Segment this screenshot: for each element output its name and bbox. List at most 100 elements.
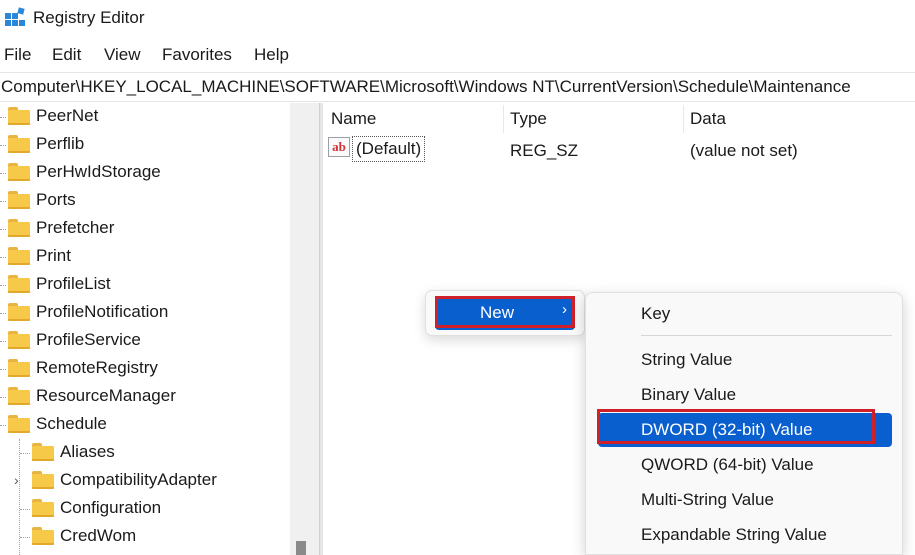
submenu-item-label: String Value <box>641 350 733 369</box>
value-name[interactable]: (Default) <box>352 136 426 162</box>
tree-connector <box>0 173 6 174</box>
folder-icon <box>8 359 30 377</box>
folder-icon <box>32 471 54 489</box>
tree-scrollbar[interactable] <box>290 103 319 555</box>
tree-connector <box>20 509 30 510</box>
value-data: (value not set) <box>690 141 798 160</box>
tree-connector <box>0 313 6 314</box>
string-value-icon: ab <box>328 137 350 157</box>
submenu-key[interactable]: Key <box>598 297 892 331</box>
menu-view[interactable]: View <box>104 45 141 65</box>
tree-item-label: CredWom <box>60 526 137 545</box>
tree-connector <box>0 341 6 342</box>
tree-scrollbar-thumb[interactable] <box>296 541 306 555</box>
column-divider[interactable] <box>683 105 684 133</box>
tree-connector <box>0 229 6 230</box>
submenu-item-label: QWORD (64-bit) Value <box>641 455 814 474</box>
tree-item-label: Perflib <box>36 134 85 153</box>
folder-icon <box>32 443 54 461</box>
tree-item-label: PeerNet <box>36 106 99 125</box>
submenu-qword-value[interactable]: QWORD (64-bit) Value <box>598 448 892 482</box>
submenu-expandable-string-value[interactable]: Expandable String Value <box>598 518 892 552</box>
folder-icon <box>8 107 30 125</box>
submenu-string-value[interactable]: String Value <box>598 343 892 377</box>
column-divider[interactable] <box>503 105 504 133</box>
submenu-item-label: Multi-String Value <box>641 490 774 509</box>
folder-icon <box>32 499 54 517</box>
column-header-type[interactable]: Type <box>510 109 547 129</box>
highlight-outline <box>435 296 575 328</box>
value-type: REG_SZ <box>510 141 579 160</box>
highlight-outline <box>597 409 875 444</box>
menu-separator <box>641 335 892 336</box>
folder-open-icon <box>8 415 30 433</box>
tree-item-profileservice[interactable]: ProfileService <box>0 327 290 355</box>
tree-item-peernet[interactable]: PeerNet <box>0 103 290 131</box>
tree-item-label: Aliases <box>60 442 115 461</box>
menu-bar: File Edit View Favorites Help <box>0 40 915 70</box>
title-bar: Registry Editor <box>0 0 915 38</box>
address-bar[interactable]: Computer\HKEY_LOCAL_MACHINE\SOFTWARE\Mic… <box>0 72 915 102</box>
tree-item-credwom[interactable]: CredWom <box>0 523 290 551</box>
submenu-binary-value[interactable]: Binary Value <box>598 378 892 412</box>
folder-icon <box>8 331 30 349</box>
folder-icon <box>8 163 30 181</box>
folder-icon <box>8 387 30 405</box>
tree-item-label: Schedule <box>36 414 107 433</box>
chevron-right-icon[interactable]: › <box>14 472 19 488</box>
folder-icon <box>8 135 30 153</box>
folder-icon <box>8 247 30 265</box>
menu-edit[interactable]: Edit <box>52 45 81 65</box>
tree-item-label: Print <box>36 246 71 265</box>
tree-item-resourcemanager[interactable]: ResourceManager <box>0 383 290 411</box>
tree-connector <box>20 537 30 538</box>
menu-help[interactable]: Help <box>254 45 289 65</box>
key-tree: PeerNet Perflib PerHwIdStorage Ports Pre… <box>0 103 319 555</box>
tree-item-ports[interactable]: Ports <box>0 187 290 215</box>
tree-item-print[interactable]: Print <box>0 243 290 271</box>
tree-item-label: ProfileService <box>36 330 141 349</box>
folder-icon <box>8 219 30 237</box>
submenu-item-label: Binary Value <box>641 385 737 404</box>
tree-item-label: CompatibilityAdapter <box>60 470 217 489</box>
tree-item-prefetcher[interactable]: Prefetcher <box>0 215 290 243</box>
tree-connector <box>0 257 6 258</box>
tree-connector <box>0 425 6 426</box>
tree-connector <box>0 145 6 146</box>
folder-icon <box>8 191 30 209</box>
tree-connector <box>0 117 6 118</box>
tree-item-aliases[interactable]: Aliases <box>0 439 290 467</box>
address-path[interactable]: Computer\HKEY_LOCAL_MACHINE\SOFTWARE\Mic… <box>1 77 851 97</box>
tree-item-label: Ports <box>36 190 76 209</box>
tree-connector <box>0 369 6 370</box>
registry-editor-icon <box>5 7 25 26</box>
tree-item-configuration[interactable]: Configuration <box>0 495 290 523</box>
tree-item-profilelist[interactable]: ProfileList <box>0 271 290 299</box>
tree-item-label: PerHwIdStorage <box>36 162 161 181</box>
tree-connector <box>20 453 30 454</box>
tree-item-label: ProfileNotification <box>36 302 169 321</box>
tree-connector <box>0 201 6 202</box>
folder-icon <box>32 527 54 545</box>
tree-item-label: Configuration <box>60 498 162 517</box>
menu-favorites[interactable]: Favorites <box>162 45 232 65</box>
tree-connector <box>0 397 6 398</box>
tree-item-perflib[interactable]: Perflib <box>0 131 290 159</box>
tree-item-schedule[interactable]: Schedule <box>0 411 290 439</box>
tree-item-remoteregistry[interactable]: RemoteRegistry <box>0 355 290 383</box>
column-header-name[interactable]: Name <box>331 109 376 129</box>
folder-icon <box>8 275 30 293</box>
tree-connector <box>0 285 6 286</box>
tree-item-profilenotification[interactable]: ProfileNotification <box>0 299 290 327</box>
submenu-item-label: Key <box>641 304 671 323</box>
tree-item-label: ProfileList <box>36 274 111 293</box>
tree-item-label: RemoteRegistry <box>36 358 158 377</box>
tree-item-compatibilityadapter[interactable]: › CompatibilityAdapter <box>0 467 290 495</box>
window-title: Registry Editor <box>33 8 145 27</box>
menu-file[interactable]: File <box>4 45 31 65</box>
submenu-item-label: Expandable String Value <box>641 525 827 544</box>
column-header-data[interactable]: Data <box>690 109 726 129</box>
submenu-multi-string-value[interactable]: Multi-String Value <box>598 483 892 517</box>
tree-item-label: Prefetcher <box>36 218 115 237</box>
tree-item-perhwidstorage[interactable]: PerHwIdStorage <box>0 159 290 187</box>
